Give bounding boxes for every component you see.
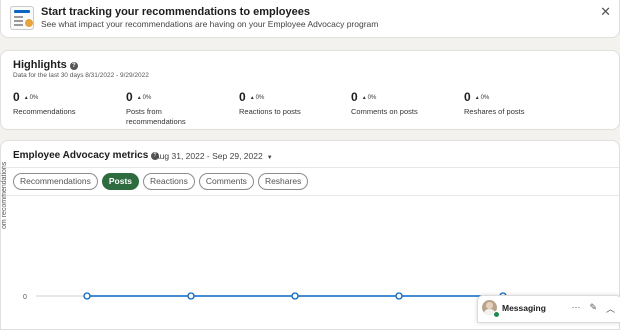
data-point[interactable] (187, 292, 195, 300)
y-axis-label: om recommendations (1, 161, 8, 229)
compose-icon[interactable]: ✎ (589, 302, 597, 315)
tab-reactions[interactable]: Reactions (143, 173, 195, 190)
trend-arrow-icon: ▲ (361, 95, 367, 101)
stat-reshares: 0 ▲0% Reshares of posts (464, 88, 564, 117)
data-point[interactable] (395, 292, 403, 300)
tracking-banner: Start tracking your recommendations to e… (0, 0, 620, 38)
tab-recommendations[interactable]: Recommendations (13, 173, 98, 190)
stat-value: 0 (13, 90, 20, 104)
tab-posts[interactable]: Posts (101, 173, 140, 190)
tab-reshares[interactable]: Reshares (257, 173, 309, 190)
y-tick-label: 0 (23, 294, 27, 301)
stat-delta: ▲0% (361, 95, 377, 101)
stat-reactions: 0 ▲0% Reactions to posts (239, 88, 339, 117)
stat-label: Reactions to posts (239, 107, 301, 116)
highlights-period: Data for the last 30 days 8/31/2022 - 9/… (13, 72, 149, 79)
close-icon[interactable]: ✕ (600, 4, 611, 20)
highlights-title: Highlights? (13, 59, 78, 71)
stat-delta: ▲0% (23, 95, 39, 101)
date-range-dropdown[interactable]: Aug 31, 2022 - Sep 29, 2022 ▼ (154, 151, 273, 161)
stat-label: Reshares of posts (464, 107, 525, 116)
stat-label: Recommendations (13, 107, 76, 116)
stat-recommendations: 0 ▲0% Recommendations (13, 88, 113, 117)
divider (1, 167, 619, 168)
stat-label: Posts from recommendations (126, 107, 186, 126)
stat-value: 0 (239, 90, 246, 104)
data-point[interactable] (291, 292, 299, 300)
info-icon[interactable]: ? (69, 62, 78, 70)
trend-arrow-icon: ▲ (23, 95, 29, 101)
more-icon[interactable]: ⋯ (571, 302, 580, 315)
stat-delta: ▲0% (474, 95, 490, 101)
stat-value: 0 (126, 90, 133, 104)
recommendations-illustration-icon (10, 6, 34, 30)
stat-label: Comments on posts (351, 107, 418, 116)
messaging-label: Messaging (502, 303, 546, 313)
stat-posts: 0 ▲0% Posts from recommendations (126, 88, 226, 127)
highlights-card: Highlights? Data for the last 30 days 8/… (0, 50, 620, 130)
stat-delta: ▲0% (136, 95, 152, 101)
metric-tabs: Recommendations Posts Reactions Comments… (13, 173, 309, 190)
data-point[interactable] (83, 292, 91, 300)
stat-comments: 0 ▲0% Comments on posts (351, 88, 451, 117)
stat-value: 0 (464, 90, 471, 104)
banner-subtitle: See what impact your recommendations are… (41, 19, 379, 29)
online-status-icon (493, 311, 500, 318)
caret-down-icon: ▼ (266, 155, 273, 161)
chevron-up-icon[interactable]: ︿ (606, 302, 615, 315)
stat-value: 0 (351, 90, 358, 104)
trend-arrow-icon: ▲ (474, 95, 480, 101)
tab-comments[interactable]: Comments (198, 173, 254, 190)
trend-arrow-icon: ▲ (249, 95, 255, 101)
stat-delta: ▲0% (249, 95, 265, 101)
metrics-title: Employee Advocacy metrics? (13, 150, 160, 161)
trend-arrow-icon: ▲ (136, 95, 142, 101)
banner-title: Start tracking your recommendations to e… (41, 6, 310, 18)
